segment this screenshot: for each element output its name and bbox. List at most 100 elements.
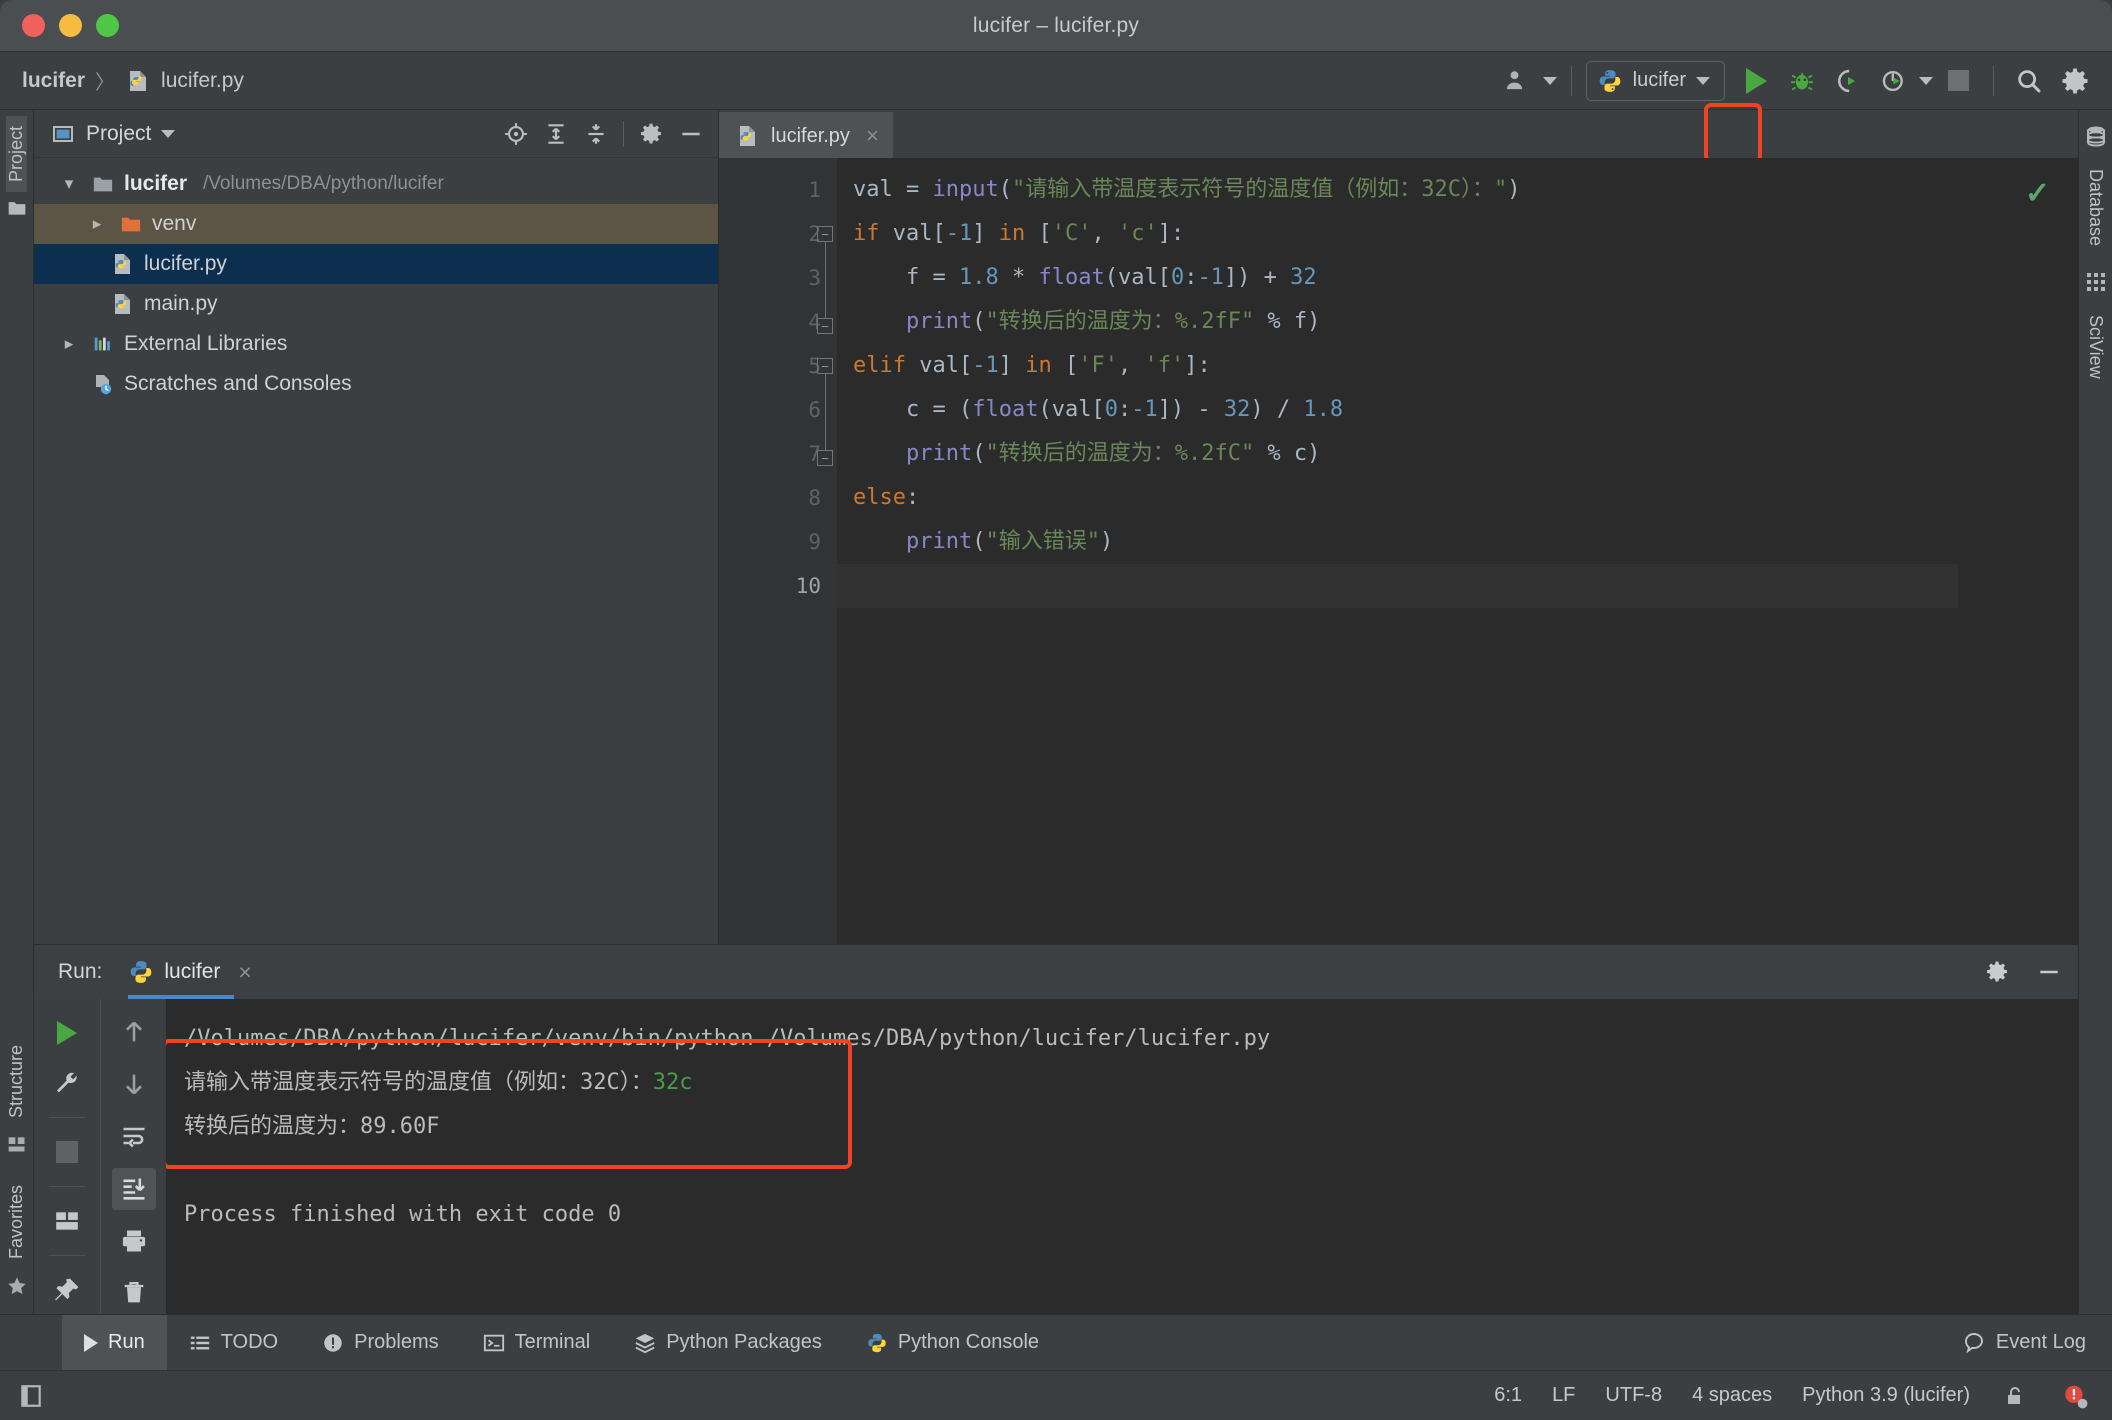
layout-button[interactable] xyxy=(45,1199,89,1243)
next-occurrence-button[interactable] xyxy=(112,1063,156,1105)
tree-node-label: main.py xyxy=(144,292,218,315)
tab-terminal[interactable]: Terminal xyxy=(461,1315,613,1371)
code-editor[interactable]: 1 2 3 4 5 6 7 8 9 10 − − − − val = input… xyxy=(719,158,2078,944)
fold-collapse-icon-elif[interactable]: − xyxy=(817,358,833,374)
previous-occurrence-button[interactable] xyxy=(112,1011,156,1053)
run-console-output[interactable]: /Volumes/DBA/python/lucifer/venv/bin/pyt… xyxy=(166,999,2078,1314)
minimize-icon[interactable] xyxy=(678,121,704,147)
console-line-prompt: 请输入带温度表示符号的温度值（例如：32C）：32c xyxy=(184,1061,2078,1105)
sidebar-item-database[interactable]: Database xyxy=(2085,159,2106,256)
sidebar-item-favorites[interactable]: Favorites xyxy=(6,1175,27,1269)
tree-node-lucifer-py[interactable]: lucifer.py xyxy=(34,244,718,284)
toolbar-divider-2 xyxy=(49,1186,85,1187)
code-line-1: val = input("请输入带温度表示符号的温度值（例如：32C）：") xyxy=(853,177,1521,202)
project-tree[interactable]: ▾ lucifer /Volumes/DBA/python/lucifer ▸ xyxy=(34,158,718,944)
code-content[interactable]: val = input("请输入带温度表示符号的温度值（例如：32C）：") i… xyxy=(837,158,1958,944)
indent-setting[interactable]: 4 spaces xyxy=(1692,1384,1772,1407)
tab-todo[interactable]: TODO xyxy=(167,1315,300,1371)
gear-icon[interactable] xyxy=(1984,959,2010,985)
line-separator[interactable]: LF xyxy=(1552,1384,1575,1407)
code-line-9: print("输入错误") xyxy=(905,529,1114,554)
breadcrumb-file[interactable]: lucifer.py xyxy=(161,69,244,93)
console-prompt-text: 请输入带温度表示符号的温度值（例如：32C）： xyxy=(184,1070,653,1095)
fold-end-icon-elif[interactable]: − xyxy=(817,450,833,466)
run-button[interactable] xyxy=(1735,60,1777,102)
problems-icon xyxy=(324,1333,342,1352)
sidebar-item-structure[interactable]: Structure xyxy=(6,1035,27,1128)
library-icon xyxy=(90,331,116,357)
clear-all-button[interactable] xyxy=(112,1272,156,1314)
expand-all-icon[interactable] xyxy=(543,121,569,147)
line-number: 6 xyxy=(808,398,821,422)
close-icon[interactable]: × xyxy=(866,123,879,149)
tab-run-label: Run xyxy=(108,1331,145,1353)
run-tab-lucifer[interactable]: lucifer × xyxy=(128,945,252,999)
tree-node-external-libraries[interactable]: ▸ External Libraries xyxy=(34,324,718,364)
collapse-all-icon[interactable] xyxy=(583,121,609,147)
tab-run[interactable]: Run xyxy=(62,1314,167,1371)
print-button[interactable] xyxy=(112,1220,156,1262)
tab-python-packages[interactable]: Python Packages xyxy=(612,1315,844,1371)
settings-button[interactable] xyxy=(2054,60,2096,102)
soft-wrap-button[interactable] xyxy=(112,1115,156,1157)
tab-lucifer-py[interactable]: lucifer.py × xyxy=(719,112,893,158)
fold-bar xyxy=(825,242,826,318)
file-encoding[interactable]: UTF-8 xyxy=(1605,1384,1662,1407)
inspection-error-icon[interactable] xyxy=(2060,1381,2090,1411)
profile-button[interactable] xyxy=(1873,60,1915,102)
run-with-coverage-button[interactable] xyxy=(1827,60,1869,102)
editor-area: lucifer.py × 1 2 3 4 5 6 7 8 9 10 − − − … xyxy=(719,110,2078,944)
user-icon[interactable] xyxy=(1497,60,1539,102)
search-button[interactable] xyxy=(2008,60,2050,102)
stop-button[interactable] xyxy=(45,1130,89,1174)
python-interpreter[interactable]: Python 3.9 (lucifer) xyxy=(1802,1384,1970,1407)
title-bar: lucifer – lucifer.py xyxy=(0,0,2112,52)
scratches-icon xyxy=(90,371,116,397)
debug-button[interactable] xyxy=(1781,60,1823,102)
unlock-icon[interactable] xyxy=(2000,1381,2030,1411)
minimize-icon[interactable] xyxy=(2036,959,2062,985)
close-icon[interactable]: × xyxy=(238,959,251,986)
pin-button[interactable] xyxy=(45,1268,89,1312)
breadcrumb-project[interactable]: lucifer xyxy=(22,69,85,93)
python-icon xyxy=(1597,68,1623,94)
line-number: 3 xyxy=(808,266,821,290)
run-configuration-selector[interactable]: lucifer xyxy=(1585,60,1725,101)
sidebar-item-project[interactable]: Project xyxy=(6,116,27,193)
database-tab-label: Database xyxy=(2086,169,2106,247)
rerun-button[interactable] xyxy=(45,1011,89,1055)
tree-node-lucifer[interactable]: ▾ lucifer /Volumes/DBA/python/lucifer xyxy=(34,164,718,204)
fold-end-icon-if[interactable]: − xyxy=(817,318,833,334)
workspace: Project Structure Favorites Project ▾ lu… xyxy=(0,110,2112,1314)
inspection-ok-check-icon[interactable]: ✓ xyxy=(2025,176,2050,211)
chevron-right-icon[interactable]: ▸ xyxy=(84,214,110,234)
user-dropdown-caret-icon[interactable] xyxy=(1542,76,1557,85)
fold-collapse-icon-if[interactable]: − xyxy=(817,226,833,242)
event-log-button[interactable]: Event Log xyxy=(1962,1331,2112,1355)
grid-icon xyxy=(2084,256,2108,305)
edit-configuration-button[interactable] xyxy=(45,1061,89,1105)
profile-dropdown-caret-icon[interactable] xyxy=(1919,76,1933,85)
sidebar-item-sciview[interactable]: SciView xyxy=(2085,305,2106,389)
tab-python-console[interactable]: Python Console xyxy=(844,1315,1061,1371)
tree-node-main-py[interactable]: main.py xyxy=(34,284,718,324)
python-file-icon xyxy=(735,123,761,149)
line-number: 10 xyxy=(795,574,821,598)
locate-icon[interactable] xyxy=(503,121,529,147)
status-bar-right: 6:1 LF UTF-8 4 spaces Python 3.9 (lucife… xyxy=(1494,1381,2090,1411)
scroll-to-end-button[interactable] xyxy=(111,1167,156,1210)
chevron-right-icon[interactable]: ▸ xyxy=(56,334,82,354)
chevron-down-icon[interactable]: ▾ xyxy=(56,174,82,194)
breadcrumb[interactable]: lucifer 〉 lucifer.py xyxy=(0,66,244,95)
project-view-chevron-down-icon[interactable] xyxy=(161,129,176,138)
gear-icon[interactable] xyxy=(638,121,664,147)
tab-problems[interactable]: Problems xyxy=(300,1315,460,1371)
left-tool-stripe: Project Structure Favorites xyxy=(0,110,34,1314)
tree-node-label: venv xyxy=(152,212,197,235)
tree-node-venv[interactable]: ▸ venv xyxy=(34,204,718,244)
toggle-toolwindows-icon[interactable] xyxy=(16,1381,46,1411)
chevron-down-icon[interactable] xyxy=(1696,76,1710,85)
tree-node-scratches-consoles[interactable]: Scratches and Consoles xyxy=(34,364,718,404)
stop-button[interactable] xyxy=(1937,60,1979,102)
caret-position[interactable]: 6:1 xyxy=(1494,1384,1522,1407)
